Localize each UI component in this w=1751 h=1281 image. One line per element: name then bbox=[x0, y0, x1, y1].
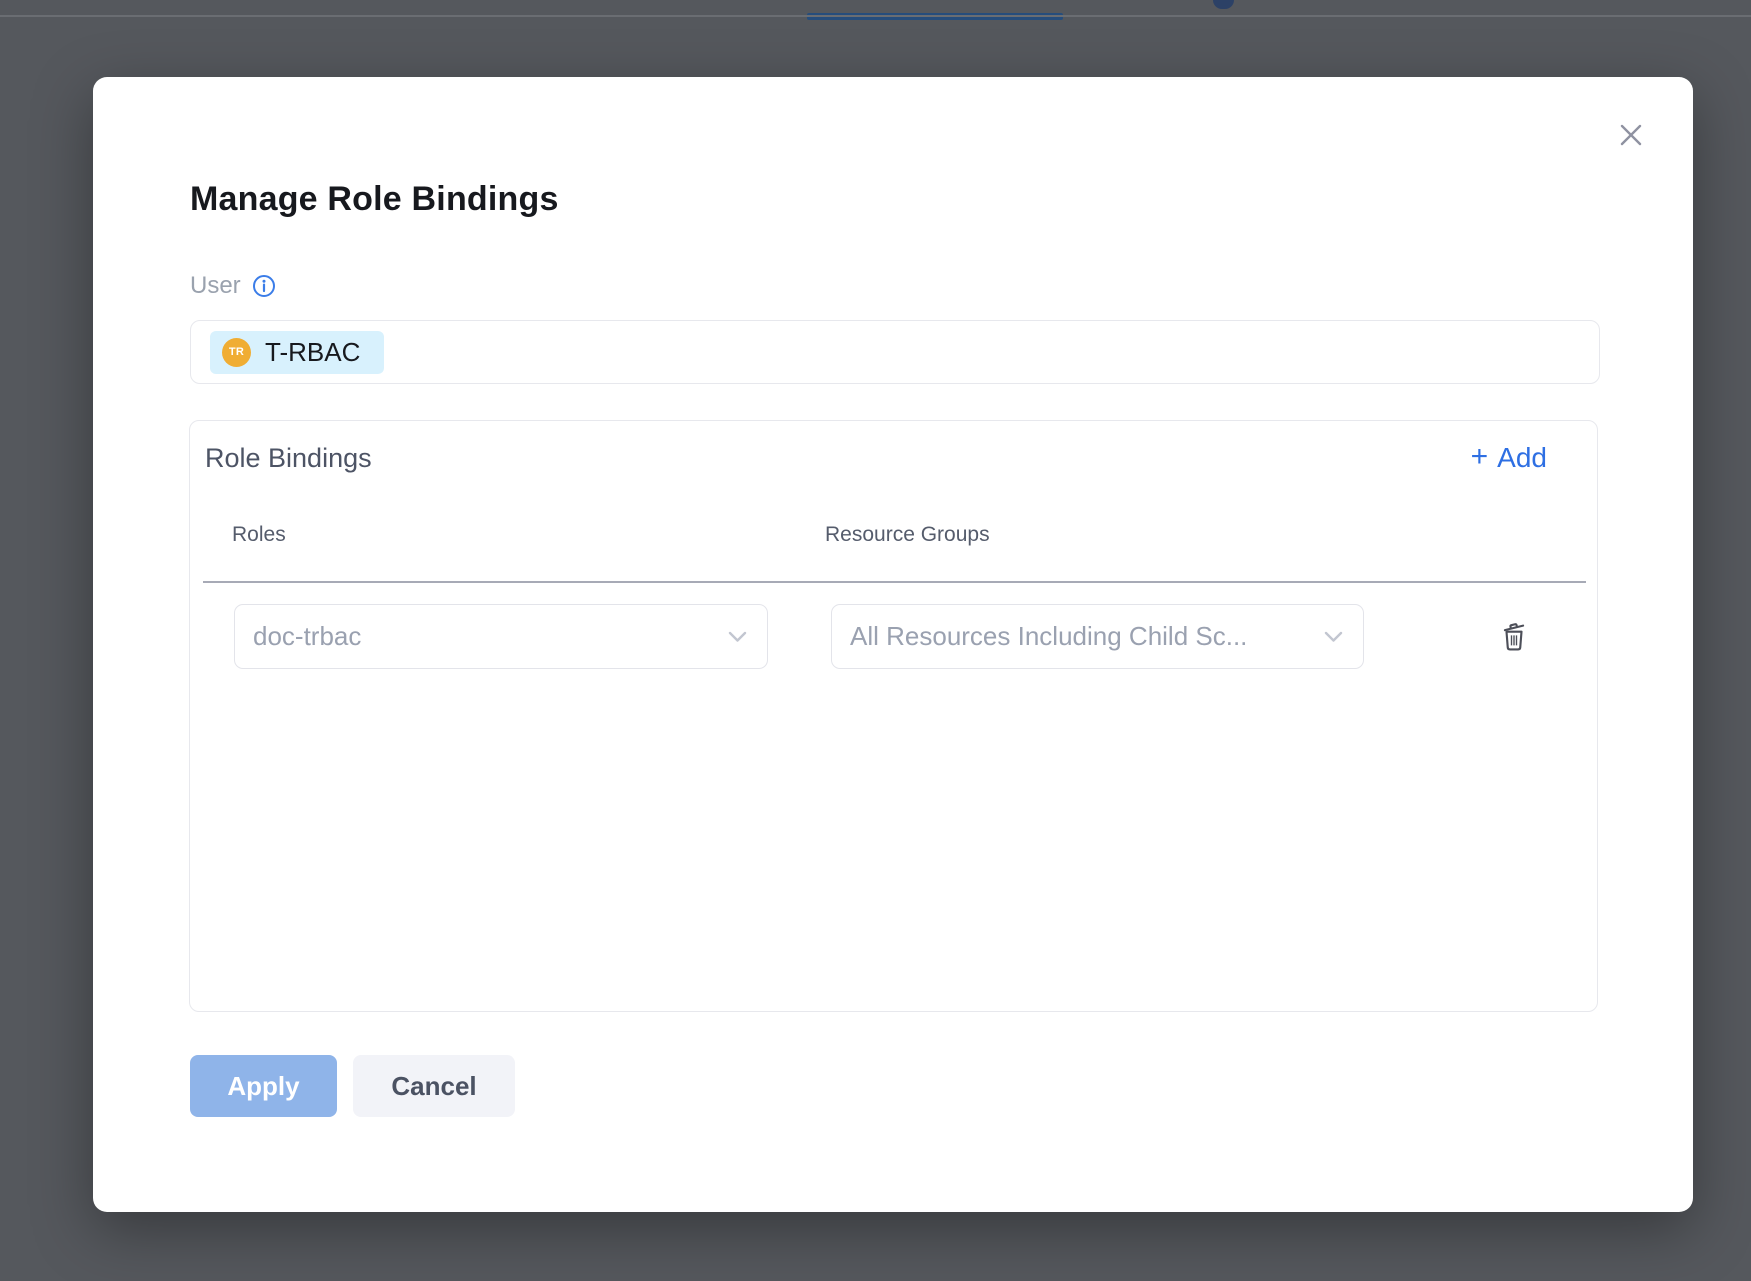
role-bindings-panel: Role Bindings + Add Roles Resource Group… bbox=[189, 420, 1598, 1012]
info-circle-icon[interactable] bbox=[252, 274, 276, 298]
chevron-down-icon bbox=[728, 631, 747, 643]
role-bindings-heading: Role Bindings bbox=[205, 443, 372, 474]
page-divider-line bbox=[0, 15, 1751, 17]
add-binding-label: Add bbox=[1497, 442, 1547, 474]
resource-group-select[interactable]: All Resources Including Child Sc... bbox=[831, 604, 1364, 669]
user-chip-name: T-RBAC bbox=[265, 337, 360, 368]
chevron-down-icon bbox=[1324, 631, 1343, 643]
close-button[interactable] bbox=[1611, 115, 1651, 155]
column-header-resource-groups: Resource Groups bbox=[825, 523, 990, 547]
resource-group-select-value: All Resources Including Child Sc... bbox=[850, 621, 1247, 652]
apply-button[interactable]: Apply bbox=[190, 1055, 337, 1117]
trash-icon bbox=[1499, 619, 1529, 653]
role-select[interactable]: doc-trbac bbox=[234, 604, 768, 669]
role-select-value: doc-trbac bbox=[253, 621, 361, 652]
user-field-label: User bbox=[190, 272, 241, 300]
binding-row: doc-trbac All Resources Including Child … bbox=[190, 604, 1597, 669]
plus-icon: + bbox=[1471, 442, 1489, 472]
header-divider bbox=[203, 581, 1586, 583]
cancel-button[interactable]: Cancel bbox=[353, 1055, 515, 1117]
close-icon bbox=[1616, 120, 1646, 150]
modal-title: Manage Role Bindings bbox=[190, 180, 559, 219]
notification-badge-partial bbox=[1213, 0, 1234, 9]
column-header-roles: Roles bbox=[232, 523, 286, 547]
user-field-label-row: User bbox=[190, 273, 276, 299]
user-input[interactable]: TR T-RBAC bbox=[190, 320, 1600, 384]
add-binding-button[interactable]: + Add bbox=[1471, 442, 1547, 474]
delete-binding-button[interactable] bbox=[1493, 615, 1535, 657]
user-chip[interactable]: TR T-RBAC bbox=[210, 331, 384, 374]
manage-role-bindings-modal: Manage Role Bindings User TR T-RBAC Role… bbox=[93, 77, 1693, 1212]
user-avatar: TR bbox=[222, 338, 251, 367]
